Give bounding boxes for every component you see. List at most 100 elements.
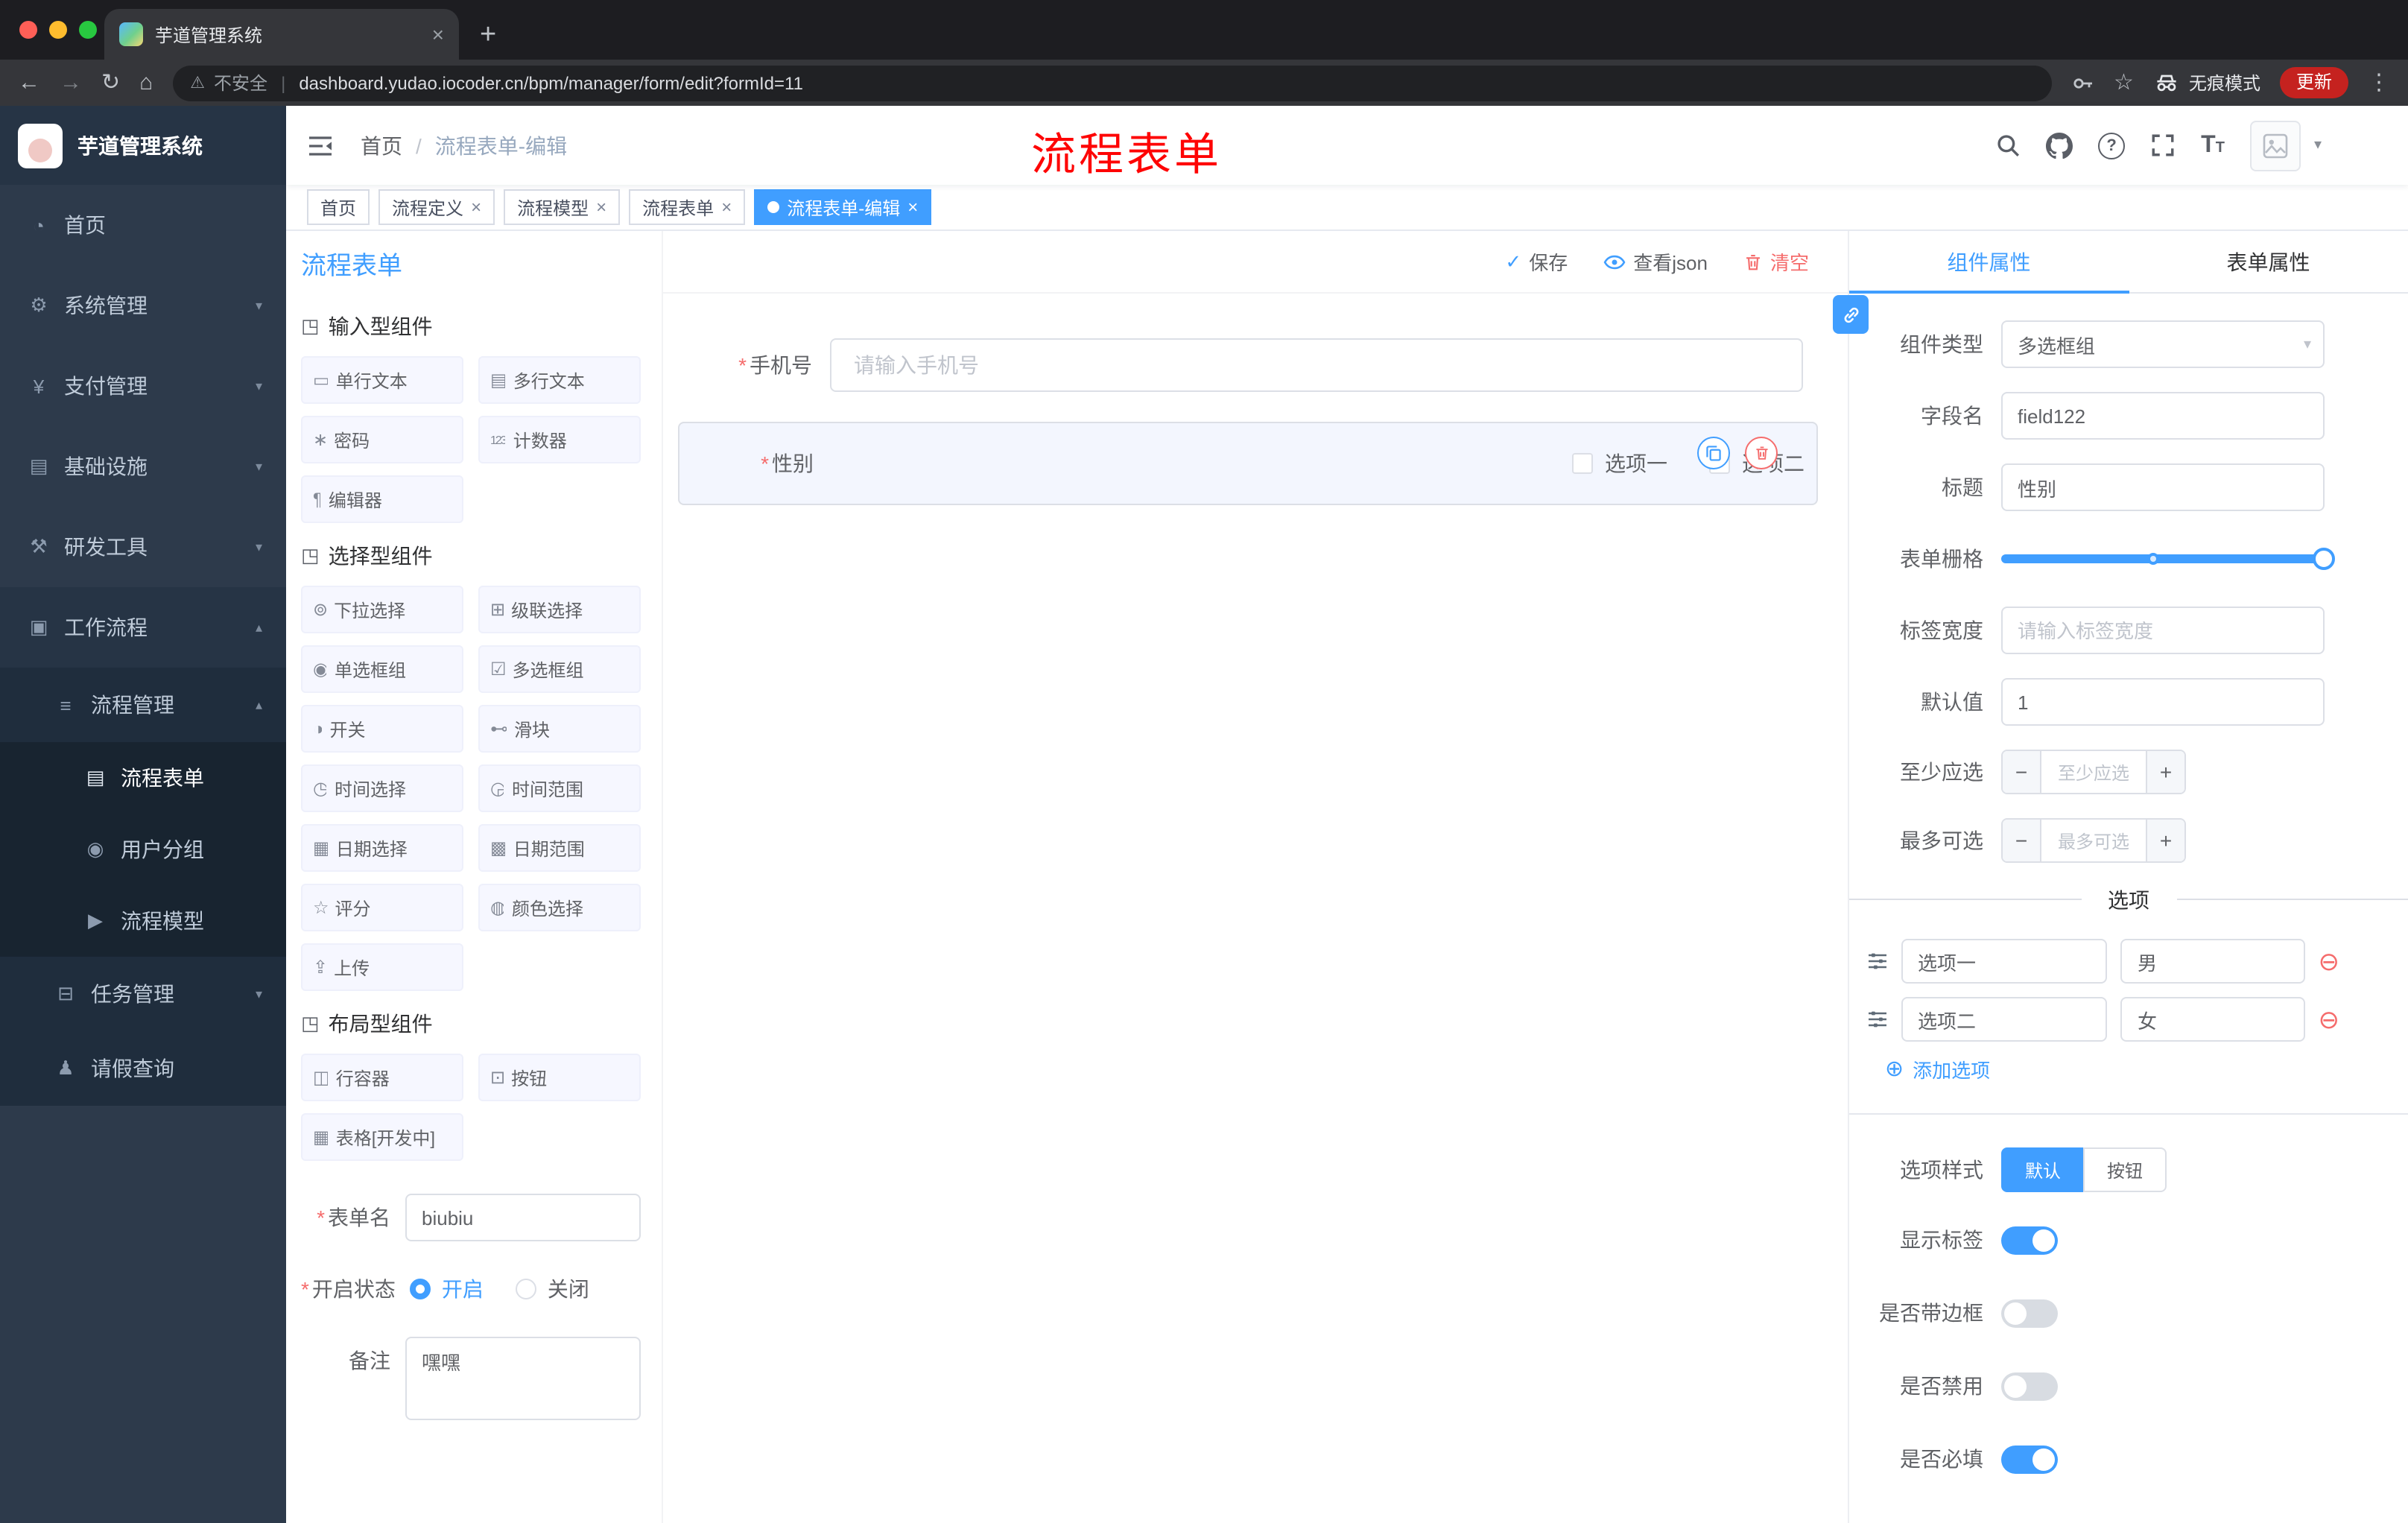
fullscreen-icon[interactable] <box>2150 133 2176 158</box>
option-name-input[interactable] <box>1901 939 2108 984</box>
style-default-button[interactable]: 默认 <box>2001 1147 2085 1192</box>
sidebar-item-system-management[interactable]: ⚙ 系统管理 ▾ <box>0 265 286 346</box>
title-input[interactable] <box>2001 463 2325 511</box>
remove-option-button[interactable]: ⊖ <box>2319 949 2340 974</box>
tag-process-form-edit[interactable]: 流程表单-编辑 × <box>754 189 932 225</box>
status-open-radio[interactable]: 开启 <box>410 1265 484 1313</box>
drag-handle-icon[interactable] <box>1867 1009 1888 1030</box>
palette-item-select[interactable]: ⊚ 下拉选择 <box>301 586 463 633</box>
breadcrumb-home[interactable]: 首页 <box>361 130 402 160</box>
sidebar-item-home[interactable]: ◔ 首页 <box>0 185 286 265</box>
sidebar-collapse-icon[interactable] <box>307 133 334 157</box>
window-zoom-button[interactable] <box>79 21 97 39</box>
status-closed-radio[interactable]: 关闭 <box>516 1265 589 1313</box>
label-width-input[interactable] <box>2001 607 2325 654</box>
reload-icon[interactable]: ↻ <box>101 72 120 94</box>
palette-item-button[interactable]: ⊡ 按钮 <box>478 1054 641 1101</box>
palette-item-editor[interactable]: ¶ 编辑器 <box>301 475 463 523</box>
phone-input[interactable] <box>830 338 1803 392</box>
sidebar-item-task-management[interactable]: ⊟ 任务管理 ▾ <box>0 957 286 1031</box>
stepper-value[interactable]: 最多可选 <box>2041 820 2146 861</box>
plus-icon[interactable]: + <box>2146 751 2184 793</box>
new-tab-button[interactable]: + <box>480 21 496 49</box>
required-switch[interactable] <box>2001 1445 2058 1473</box>
palette-item-time-range[interactable]: ◶ 时间范围 <box>478 764 641 812</box>
default-value-input[interactable] <box>2001 678 2325 726</box>
option-value-input[interactable] <box>2120 939 2305 984</box>
palette-item-switch[interactable]: ◑ 开关 <box>301 705 463 753</box>
delete-field-button[interactable] <box>1745 437 1778 469</box>
minus-icon[interactable]: − <box>2003 751 2041 793</box>
font-size-icon[interactable]: TT <box>2201 133 2225 157</box>
panel-link-handle[interactable] <box>1833 295 1869 334</box>
sidebar-item-infrastructure[interactable]: ▤ 基础设施 ▾ <box>0 426 286 507</box>
github-icon[interactable] <box>2046 132 2073 159</box>
stepper-value[interactable]: 至少应选 <box>2041 751 2146 793</box>
avatar[interactable] <box>2249 120 2301 171</box>
form-field-phone[interactable]: * 手机号 <box>678 329 1818 401</box>
sidebar-item-process-form[interactable]: ▤ 流程表单 <box>0 742 286 814</box>
update-button[interactable]: 更新 <box>2279 67 2348 98</box>
window-minimize-button[interactable] <box>49 21 67 39</box>
forward-icon[interactable]: → <box>60 72 82 94</box>
tab-form-props[interactable]: 表单属性 <box>2129 231 2408 292</box>
close-icon[interactable]: × <box>721 197 732 218</box>
browser-tab[interactable]: 芋道管理系统 × <box>104 9 459 60</box>
tag-home[interactable]: 首页 <box>307 189 370 225</box>
view-json-button[interactable]: 查看json <box>1603 247 1708 276</box>
bookmark-star-icon[interactable]: ☆ <box>2114 72 2134 94</box>
home-icon[interactable]: ⌂ <box>139 72 153 94</box>
sidebar-item-leave-query[interactable]: ♟ 请假查询 <box>0 1031 286 1106</box>
window-close-button[interactable] <box>19 21 37 39</box>
palette-item-upload[interactable]: ⇪ 上传 <box>301 943 463 991</box>
palette-item-multi-line-text[interactable]: ▤ 多行文本 <box>478 356 641 404</box>
plus-icon[interactable]: + <box>2146 820 2184 861</box>
remove-option-button[interactable]: ⊖ <box>2319 1007 2340 1032</box>
copy-field-button[interactable] <box>1697 437 1730 469</box>
form-field-gender-selected[interactable]: *性别 选项一 选项二 <box>678 422 1818 505</box>
minus-icon[interactable]: − <box>2003 820 2041 861</box>
palette-item-date-picker[interactable]: ▦ 日期选择 <box>301 824 463 872</box>
form-grid-slider[interactable] <box>2001 535 2335 583</box>
password-key-icon[interactable] <box>2070 71 2094 95</box>
form-name-input[interactable] <box>405 1194 641 1241</box>
show-label-switch[interactable] <box>2001 1226 2058 1254</box>
palette-item-rate[interactable]: ☆ 评分 <box>301 884 463 931</box>
palette-item-checkbox-group[interactable]: ☑ 多选框组 <box>478 645 641 693</box>
close-icon[interactable]: × <box>907 197 918 218</box>
palette-item-table[interactable]: ▦ 表格[开发中] <box>301 1113 463 1161</box>
option-value-input[interactable] <box>2120 997 2305 1042</box>
option-name-input[interactable] <box>1901 997 2108 1042</box>
disabled-switch[interactable] <box>2001 1372 2058 1400</box>
sidebar-item-process-management[interactable]: ≡ 流程管理 ▴ <box>0 668 286 742</box>
canvas-body[interactable]: *手机号 *性别 选项一 选项二 <box>663 294 1848 1523</box>
help-icon[interactable]: ? <box>2098 132 2126 159</box>
palette-item-radio-group[interactable]: ◉ 单选框组 <box>301 645 463 693</box>
palette-item-row-container[interactable]: ◫ 行容器 <box>301 1054 463 1101</box>
tab-close-icon[interactable]: × <box>432 22 444 46</box>
palette-item-password[interactable]: ∗ 密码 <box>301 416 463 463</box>
sidebar-item-process-model[interactable]: ▶ 流程模型 <box>0 885 286 957</box>
field-name-input[interactable] <box>2001 392 2325 440</box>
clear-button[interactable]: 清空 <box>1743 247 1809 276</box>
slider-handle[interactable] <box>2313 548 2335 570</box>
palette-item-slider[interactable]: ⊷ 滑块 <box>478 705 641 753</box>
sidebar-item-dev-tools[interactable]: ⚒ 研发工具 ▾ <box>0 507 286 587</box>
component-type-select[interactable]: 多选框组 ▾ <box>2001 320 2325 368</box>
tab-component-props[interactable]: 组件属性 <box>1849 231 2129 294</box>
palette-item-color-picker[interactable]: ◍ 颜色选择 <box>478 884 641 931</box>
add-option-link[interactable]: ⊕ 添加选项 <box>1849 1055 2408 1083</box>
checkbox-option-1[interactable]: 选项一 <box>1572 449 1667 478</box>
search-icon[interactable] <box>1995 133 2021 158</box>
palette-item-cascader[interactable]: ⊞ 级联选择 <box>478 586 641 633</box>
tag-process-definition[interactable]: 流程定义 × <box>378 189 495 225</box>
style-button-button[interactable]: 按钮 <box>2083 1147 2167 1192</box>
sidebar-item-user-group[interactable]: ◉ 用户分组 <box>0 814 286 885</box>
chevron-down-icon[interactable]: ▾ <box>2314 137 2322 153</box>
border-switch[interactable] <box>2001 1299 2058 1327</box>
back-icon[interactable]: ← <box>18 72 40 94</box>
palette-item-time-picker[interactable]: ◷ 时间选择 <box>301 764 463 812</box>
form-remark-textarea[interactable]: 嘿嘿 <box>405 1337 641 1420</box>
palette-item-single-line-text[interactable]: ▭ 单行文本 <box>301 356 463 404</box>
tag-process-form[interactable]: 流程表单 × <box>629 189 746 225</box>
